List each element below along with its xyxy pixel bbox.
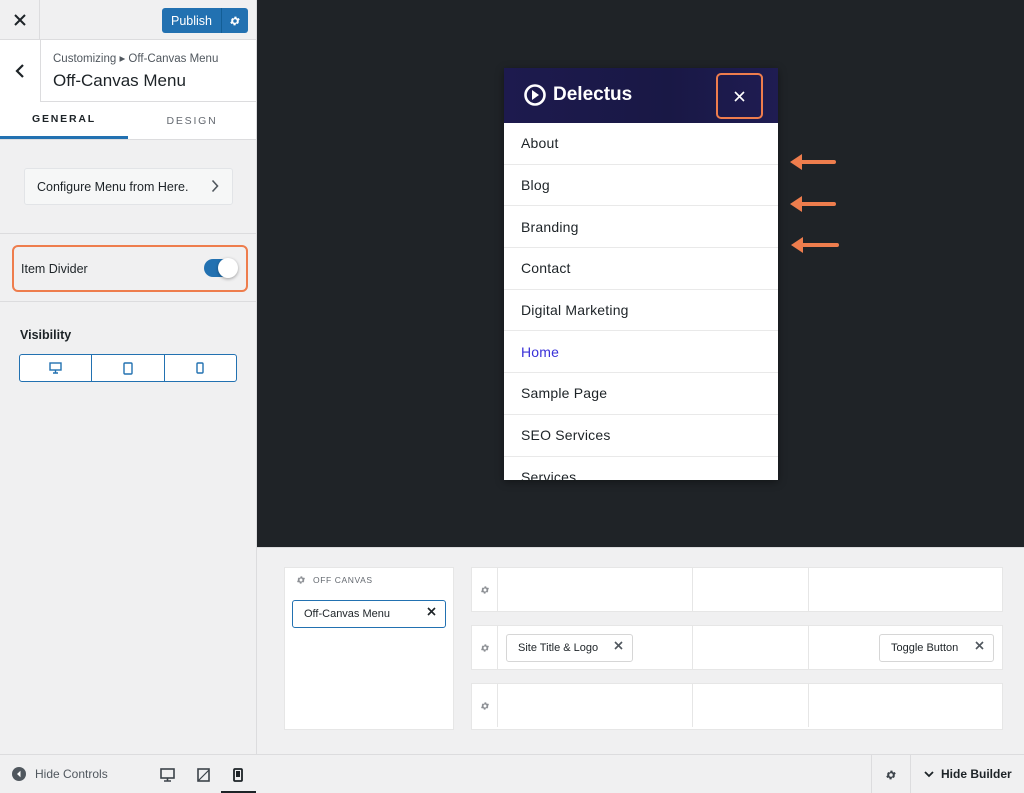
annotation-arrow-icon: [790, 196, 836, 212]
section-header: Customizing ▸ Off-Canvas Menu Off-Canvas…: [0, 40, 256, 102]
menu-list: About Blog Branding Contact Digital Mark…: [504, 123, 778, 480]
tab-bar: GENERAL DESIGN: [0, 102, 256, 140]
gear-icon[interactable]: [296, 575, 306, 585]
row-settings-button[interactable]: [472, 684, 498, 727]
menu-header: Delectus: [504, 68, 778, 123]
section-title: Off-Canvas Menu: [53, 71, 186, 90]
item-divider-label: Item Divider: [21, 261, 88, 276]
menu-close-button[interactable]: [716, 73, 763, 119]
tablet-icon: [123, 361, 133, 375]
visibility-label: Visibility: [20, 328, 72, 342]
configure-menu-button[interactable]: Configure Menu from Here.: [24, 168, 233, 205]
back-button[interactable]: [0, 40, 41, 102]
annotation-arrow-icon: [791, 237, 839, 253]
remove-icon[interactable]: [427, 607, 436, 616]
configure-menu-label: Configure Menu from Here.: [37, 179, 189, 194]
breadcrumb: Customizing ▸ Off-Canvas Menu: [53, 53, 219, 65]
builder-row-main: Site Title & Logo Toggle Button: [471, 625, 1003, 670]
menu-item-branding[interactable]: Branding: [504, 206, 778, 249]
item-divider-toggle[interactable]: [204, 258, 238, 278]
hide-builder-button[interactable]: Hide Builder: [924, 767, 1012, 781]
publish-group: Publish: [162, 8, 248, 33]
close-icon: [13, 14, 26, 26]
divider: [0, 301, 256, 302]
off-canvas-label: OFF CANVAS: [296, 575, 373, 585]
chip-label: Site Title & Logo: [518, 642, 599, 654]
column-separator: [692, 626, 693, 669]
visibility-mobile-button[interactable]: [165, 355, 236, 381]
sidebar-footer: Hide Controls: [0, 754, 257, 793]
site-logo[interactable]: Delectus: [524, 84, 632, 106]
gear-icon: [230, 16, 240, 25]
hide-controls-button[interactable]: Hide Controls: [12, 767, 108, 781]
site-title-logo-chip[interactable]: Site Title & Logo: [506, 634, 633, 662]
toggle-knob: [218, 258, 238, 278]
column-separator: [808, 568, 809, 611]
hide-controls-label: Hide Controls: [35, 767, 108, 781]
visibility-tablet-button[interactable]: [92, 355, 165, 381]
visibility-toggle-group: [19, 354, 237, 382]
chevron-down-icon: [924, 770, 934, 777]
row-settings-button[interactable]: [472, 626, 498, 669]
preview-tablet-button[interactable]: [193, 765, 213, 785]
menu-item-digital-marketing[interactable]: Digital Marketing: [504, 290, 778, 332]
logo-text: Delectus: [553, 84, 633, 105]
off-canvas-panel: [284, 567, 454, 730]
column-separator: [808, 684, 809, 727]
annotation-arrow-icon: [790, 154, 836, 170]
publish-settings-button[interactable]: [221, 8, 248, 33]
menu-item-contact[interactable]: Contact: [504, 248, 778, 290]
publish-button[interactable]: Publish: [162, 8, 221, 33]
item-divider-control: Item Divider: [12, 245, 248, 292]
column-separator: [692, 568, 693, 611]
chip-label: Toggle Button: [891, 642, 959, 654]
column-separator: [692, 684, 693, 727]
collapse-arrow-icon: [12, 767, 26, 781]
divider: [0, 233, 256, 234]
builder-row-top: [471, 567, 1003, 612]
menu-item-home[interactable]: Home: [504, 331, 778, 374]
visibility-desktop-button[interactable]: [20, 355, 93, 381]
builder-settings-button[interactable]: [871, 755, 911, 793]
customizer-sidebar: Publish Customizing ▸ Off-Canvas Menu Of…: [0, 0, 257, 793]
remove-icon[interactable]: [975, 641, 984, 650]
desktop-icon: [49, 362, 62, 374]
customizer-topbar: Publish: [0, 0, 256, 40]
off-canvas-menu-preview: Delectus About Blog Branding Contact Dig…: [504, 68, 778, 480]
close-customizer-button[interactable]: [0, 0, 40, 40]
gear-icon: [480, 585, 489, 594]
chevron-right-icon: [211, 179, 219, 193]
toggle-button-chip[interactable]: Toggle Button: [879, 634, 994, 662]
tab-general[interactable]: GENERAL: [0, 102, 128, 139]
desktop-icon: [159, 768, 175, 782]
menu-item-sample-page[interactable]: Sample Page: [504, 373, 778, 415]
builder-footer: Hide Builder: [257, 754, 1024, 793]
menu-item-seo-services[interactable]: SEO Services: [504, 415, 778, 457]
chip-label: Off-Canvas Menu: [304, 608, 391, 620]
tablet-icon: [196, 768, 210, 782]
preview-desktop-button[interactable]: [157, 765, 177, 785]
gear-icon: [886, 770, 896, 779]
off-canvas-menu-chip[interactable]: Off-Canvas Menu: [292, 600, 446, 628]
builder-row-bottom: [471, 683, 1003, 730]
menu-item-blog[interactable]: Blog: [504, 165, 778, 207]
gear-icon: [480, 643, 489, 652]
tab-design[interactable]: DESIGN: [128, 102, 256, 139]
chevron-left-icon: [15, 64, 24, 78]
mobile-icon: [196, 362, 205, 374]
close-icon: [734, 90, 745, 102]
menu-item-about[interactable]: About: [504, 123, 778, 165]
hide-builder-label: Hide Builder: [941, 767, 1012, 781]
column-separator: [808, 626, 809, 669]
row-settings-button[interactable]: [472, 568, 498, 611]
off-canvas-title: OFF CANVAS: [313, 575, 373, 585]
remove-icon[interactable]: [614, 641, 623, 650]
logo-mark-icon: [524, 84, 546, 106]
menu-item-services[interactable]: Services: [504, 457, 778, 480]
gear-icon: [480, 701, 489, 710]
active-device-indicator: [221, 755, 256, 793]
